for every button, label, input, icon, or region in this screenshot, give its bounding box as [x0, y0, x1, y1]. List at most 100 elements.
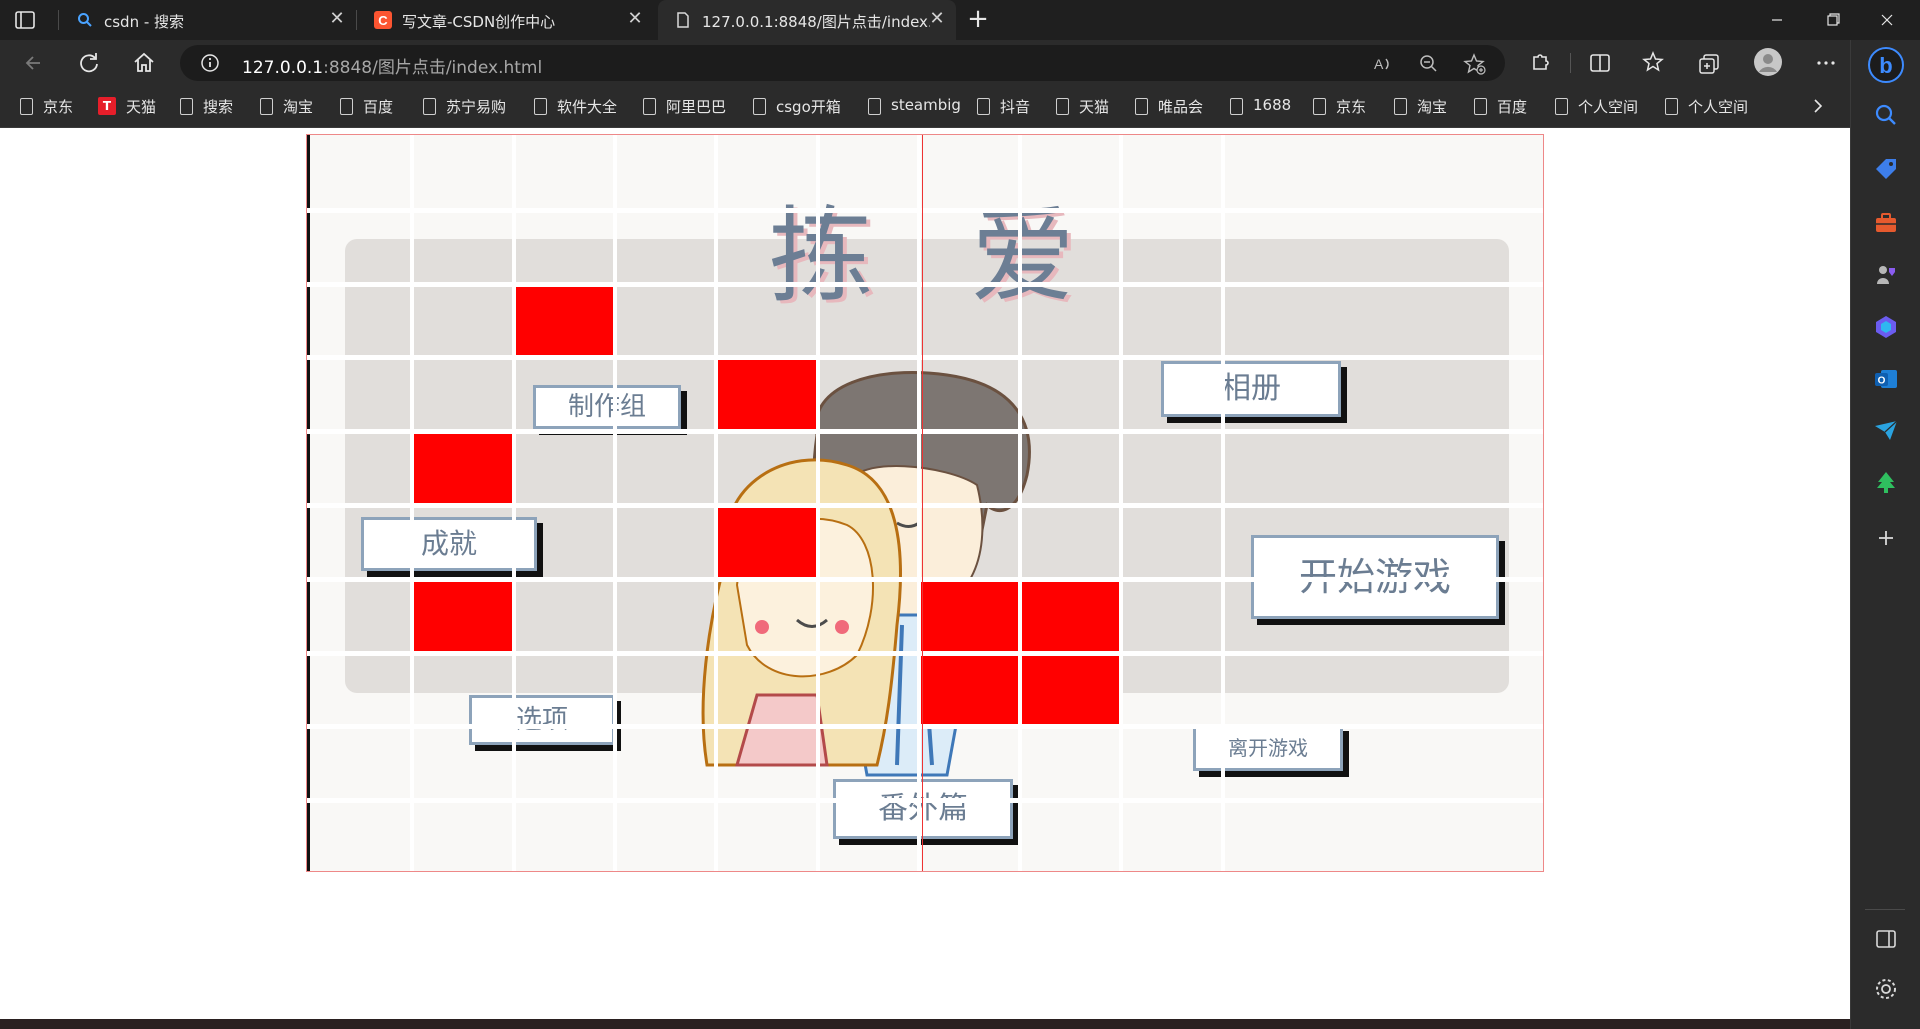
- bookmark-label: 阿里巴巴: [666, 98, 727, 116]
- hide-sidebar-icon[interactable]: [1873, 926, 1899, 952]
- extras-button[interactable]: 番外篇: [833, 779, 1013, 839]
- chevron-right-icon[interactable]: [1808, 95, 1828, 117]
- options-button[interactable]: 选项: [469, 695, 615, 745]
- site-info-icon[interactable]: [200, 53, 220, 73]
- bookmark-item[interactable]: 京东: [20, 96, 73, 118]
- red-grid-cell[interactable]: [414, 434, 513, 503]
- achievements-button[interactable]: 成就: [361, 517, 537, 571]
- bookmark-item[interactable]: 阿里巴巴: [643, 96, 726, 118]
- settings-gear-icon[interactable]: [1873, 976, 1899, 1002]
- tab-strip: csdn - 搜索 ✕ C 写文章-CSDN创作中心 ✕ 127.0.0.1:8…: [0, 0, 1920, 40]
- bookmark-item[interactable]: 唯品会: [1135, 96, 1203, 118]
- game-title-left-char: 拣: [769, 195, 876, 317]
- shopping-tag-icon[interactable]: [1873, 156, 1899, 182]
- grid-line-horizontal: [307, 651, 1543, 656]
- bookmark-item[interactable]: 1688: [1230, 96, 1291, 118]
- read-aloud-icon[interactable]: A: [1372, 53, 1394, 75]
- album-button[interactable]: 相册: [1161, 361, 1341, 417]
- bookmark-label: 京东: [1336, 98, 1367, 116]
- bookmark-label: 唯品会: [1158, 98, 1204, 116]
- page-icon: [643, 98, 656, 115]
- quit-game-button[interactable]: 离开游戏: [1193, 725, 1343, 771]
- microsoft-365-icon[interactable]: [1873, 314, 1899, 340]
- bookmark-item[interactable]: 个人空间: [1555, 96, 1638, 118]
- extensions-icon[interactable]: [1526, 49, 1554, 77]
- bookmark-item[interactable]: csgo开箱: [753, 96, 841, 118]
- bookmark-item[interactable]: 个人空间: [1665, 96, 1748, 118]
- svg-text:A: A: [1374, 56, 1384, 72]
- bookmark-item[interactable]: 京东: [1313, 96, 1366, 118]
- red-grid-cell[interactable]: [718, 360, 817, 429]
- close-tab-icon[interactable]: ✕: [926, 8, 948, 30]
- tab-csdn-editor[interactable]: C 写文章-CSDN创作中心 ✕: [358, 0, 658, 40]
- send-drop-icon[interactable]: [1873, 418, 1899, 444]
- new-tab-button[interactable]: +: [965, 6, 991, 33]
- bookmark-label: 苏宁易购: [446, 98, 507, 116]
- page-icon: [977, 98, 990, 115]
- zoom-out-icon[interactable]: [1418, 53, 1440, 75]
- red-grid-cell[interactable]: [921, 656, 1019, 724]
- restore-icon[interactable]: [1810, 0, 1856, 40]
- red-grid-cell[interactable]: [1022, 582, 1120, 651]
- red-grid-cell[interactable]: [718, 508, 817, 577]
- center-guide-line: [922, 135, 923, 871]
- page-icon: [1394, 98, 1407, 115]
- red-grid-cell[interactable]: [414, 582, 513, 651]
- more-menu-icon[interactable]: [1812, 49, 1840, 77]
- tab-index-html[interactable]: 127.0.0.1:8848/图片点击/index.ht ✕: [658, 0, 956, 40]
- close-tab-icon[interactable]: ✕: [624, 8, 646, 30]
- url-host: 127.0.0.1: [242, 58, 324, 78]
- page-icon: [1474, 98, 1487, 115]
- bookmark-label: 百度: [363, 98, 394, 116]
- refresh-icon[interactable]: [75, 49, 103, 77]
- bookmark-item[interactable]: 软件大全: [534, 96, 617, 118]
- copilot-icon[interactable]: b: [1867, 46, 1905, 84]
- staff-button[interactable]: 制作组: [533, 385, 681, 429]
- bookmark-item[interactable]: 天猫: [1056, 96, 1109, 118]
- bookmark-item[interactable]: 搜索: [180, 96, 233, 118]
- add-icon[interactable]: [1873, 525, 1899, 551]
- red-grid-cell[interactable]: [1022, 656, 1120, 724]
- bookmark-label: 软件大全: [557, 98, 618, 116]
- games-icon[interactable]: [1873, 262, 1899, 288]
- minimize-icon[interactable]: [1754, 0, 1800, 40]
- address-bar[interactable]: 127.0.0.1:8848/图片点击/index.html A: [180, 45, 1505, 81]
- red-grid-cell[interactable]: [921, 582, 1019, 651]
- profile-avatar-icon[interactable]: [1753, 47, 1783, 77]
- search-icon: [78, 13, 92, 27]
- game-title-screen[interactable]: 拣 爱 制作组 相册 成就 开始游戏 选项 番外篇 离开游戏: [306, 134, 1544, 872]
- page-icon: [1665, 98, 1678, 115]
- tree-icon[interactable]: [1873, 470, 1899, 496]
- search-icon[interactable]: [1873, 102, 1899, 128]
- svg-text:b: b: [1879, 53, 1892, 78]
- bookmark-item[interactable]: T 天猫: [98, 96, 156, 118]
- favorites-icon[interactable]: [1640, 49, 1668, 77]
- tab-csdn-search[interactable]: csdn - 搜索 ✕: [60, 0, 355, 40]
- grid-line-horizontal: [307, 724, 1543, 729]
- csdn-logo-icon: C: [374, 11, 392, 29]
- grid-line-horizontal: [307, 503, 1543, 508]
- bookmark-label: 天猫: [126, 98, 157, 116]
- red-grid-cell[interactable]: [516, 287, 614, 355]
- bookmark-item[interactable]: 百度: [340, 96, 393, 118]
- bookmark-item[interactable]: 淘宝: [1394, 96, 1447, 118]
- tools-briefcase-icon[interactable]: [1873, 210, 1899, 236]
- tab-title: 127.0.0.1:8848/图片点击/index.ht: [702, 13, 930, 31]
- bookmark-item[interactable]: 淘宝: [260, 96, 313, 118]
- bookmark-label: 淘宝: [1417, 98, 1448, 116]
- split-screen-icon[interactable]: [1586, 49, 1614, 77]
- bookmark-item[interactable]: 苏宁易购: [423, 96, 506, 118]
- outlook-icon[interactable]: O: [1873, 366, 1899, 392]
- back-icon[interactable]: [20, 49, 48, 77]
- bookmark-item[interactable]: 抖音: [977, 96, 1030, 118]
- grid-line-horizontal: [307, 798, 1543, 803]
- close-window-icon[interactable]: [1864, 0, 1910, 40]
- grid-line-horizontal: [307, 355, 1543, 360]
- tab-actions-icon[interactable]: [14, 9, 36, 31]
- home-icon[interactable]: [130, 49, 158, 77]
- bookmark-item[interactable]: steambig: [868, 96, 961, 118]
- add-favorite-icon[interactable]: [1463, 52, 1487, 76]
- bookmark-item[interactable]: 百度: [1474, 96, 1527, 118]
- close-tab-icon[interactable]: ✕: [326, 8, 348, 30]
- collections-icon[interactable]: [1695, 49, 1723, 77]
